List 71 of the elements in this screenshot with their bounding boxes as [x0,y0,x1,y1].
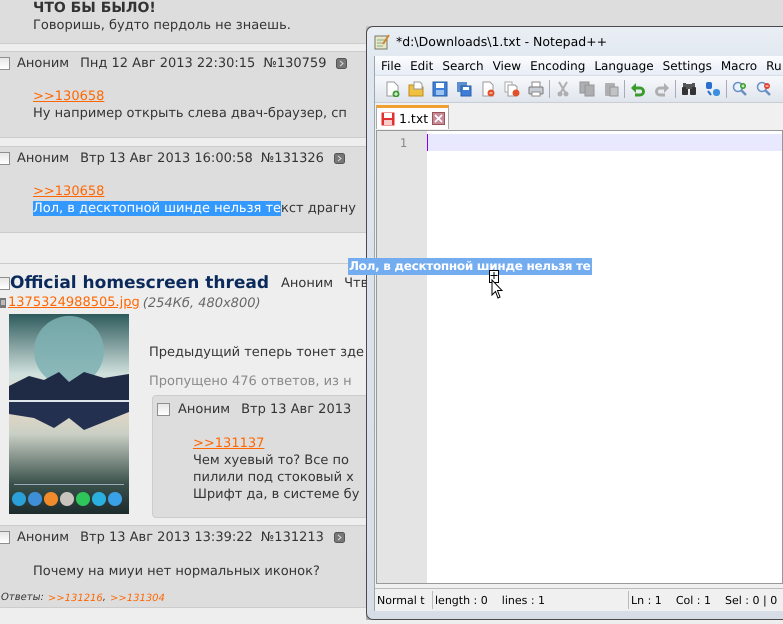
status-language: Normal t [377,594,425,606]
post-subject: ЧТО БЫ БЫЛО! [33,0,156,17]
close-all-icon[interactable] [504,81,520,97]
post-text: Лол, в десктопной шинде нельзя текст драгну [33,200,356,217]
separator-text: , [102,592,106,605]
drag-cursor-icon [489,270,503,300]
post-text: Ну например открыть слева двач-браузер, сп [33,105,347,122]
post-text: Говоришь, будто пердоль не знаешь. [33,17,291,34]
close-icon[interactable] [432,112,446,125]
save-icon[interactable] [432,81,448,97]
menu-item[interactable]: File [381,58,410,72]
status-lines: lines : 1 [502,594,546,606]
post-date: Втр 13 Авг 2013 16:00:58 [80,151,253,166]
window-title: *d:\Downloads\1.txt - Notepad++ [396,34,608,49]
menu-item[interactable]: Encoding [530,58,594,72]
post-text: Предыдущий теперь тонет зде [149,345,365,360]
menu-item[interactable]: Macro [720,58,766,72]
zoom-in-icon[interactable] [732,81,748,97]
dragged-text: Лол, в десктопной шинде нельзя те [348,258,592,275]
answers-label: Ответы: [1,592,44,605]
file-info: (254Кб, 480x800) [142,296,261,310]
post-menu-icon[interactable] [336,58,348,69]
line-number: 1 [398,136,407,150]
notepad-icon [374,34,390,50]
save-all-icon[interactable] [456,81,472,97]
checkbox[interactable] [157,402,170,416]
post-menu-icon[interactable] [334,532,345,543]
zoom-out-icon[interactable] [756,81,772,97]
save-icon [381,112,395,126]
menu-item[interactable]: View [492,58,530,72]
binoculars-icon[interactable] [681,81,697,97]
author-name: Аноним [281,276,334,290]
menu-item[interactable]: Settings [662,58,720,72]
omitted-notice: Пропущено 476 ответов, из н [149,374,353,389]
close-file-icon[interactable] [480,81,496,97]
post-text: Почему на миуи нет нормальных иконок? [32,563,320,580]
thread-title: Official homescreen thread [10,273,270,293]
post-date: Втр 13 Авг 2013 [241,402,352,416]
post-date: Пнд 12 Авг 2013 22:30:15 [80,56,256,71]
menu-item[interactable]: Language [594,58,662,72]
post-text: Шрифт да, в системе бу [193,486,360,503]
menu-item[interactable]: Edit [410,58,442,72]
post-text: Чем хуевый то? Все по [193,452,349,469]
status-line: Ln : 1 [631,594,662,606]
tab-label: 1.txt [399,111,428,126]
checkbox[interactable] [0,57,10,70]
checkbox[interactable] [0,152,10,165]
author-name: Аноним [17,530,70,545]
post-date: Втр 13 Авг 2013 13:39:22 [80,530,253,545]
undo-icon[interactable] [630,81,646,97]
status-selection: Sel : 0 | 0 [724,594,778,606]
new-file-icon[interactable] [384,81,400,97]
image-file-icon [0,297,8,309]
menu-item[interactable]: Search [442,58,492,72]
status-column: Col : 1 [676,594,711,606]
author-name: Аноним [17,56,70,71]
menu-item[interactable]: Ru [766,58,783,72]
folder-icon[interactable] [408,81,424,97]
author-name: Аноним [178,402,230,416]
file-tab[interactable]: 1.txt [376,105,450,129]
post-number: №131326 [260,151,324,166]
checkbox[interactable] [0,276,10,290]
post-number: №131213 [260,530,324,545]
post-number: №130759 [263,56,326,71]
replace-icon[interactable] [705,81,721,97]
post-text: пилили под стоковый х [193,469,354,486]
status-length: length : 0 [435,594,488,606]
checkbox[interactable] [0,531,10,544]
post-menu-icon[interactable] [334,153,345,164]
author-name: Аноним [17,151,70,166]
printer-icon[interactable] [528,81,544,97]
